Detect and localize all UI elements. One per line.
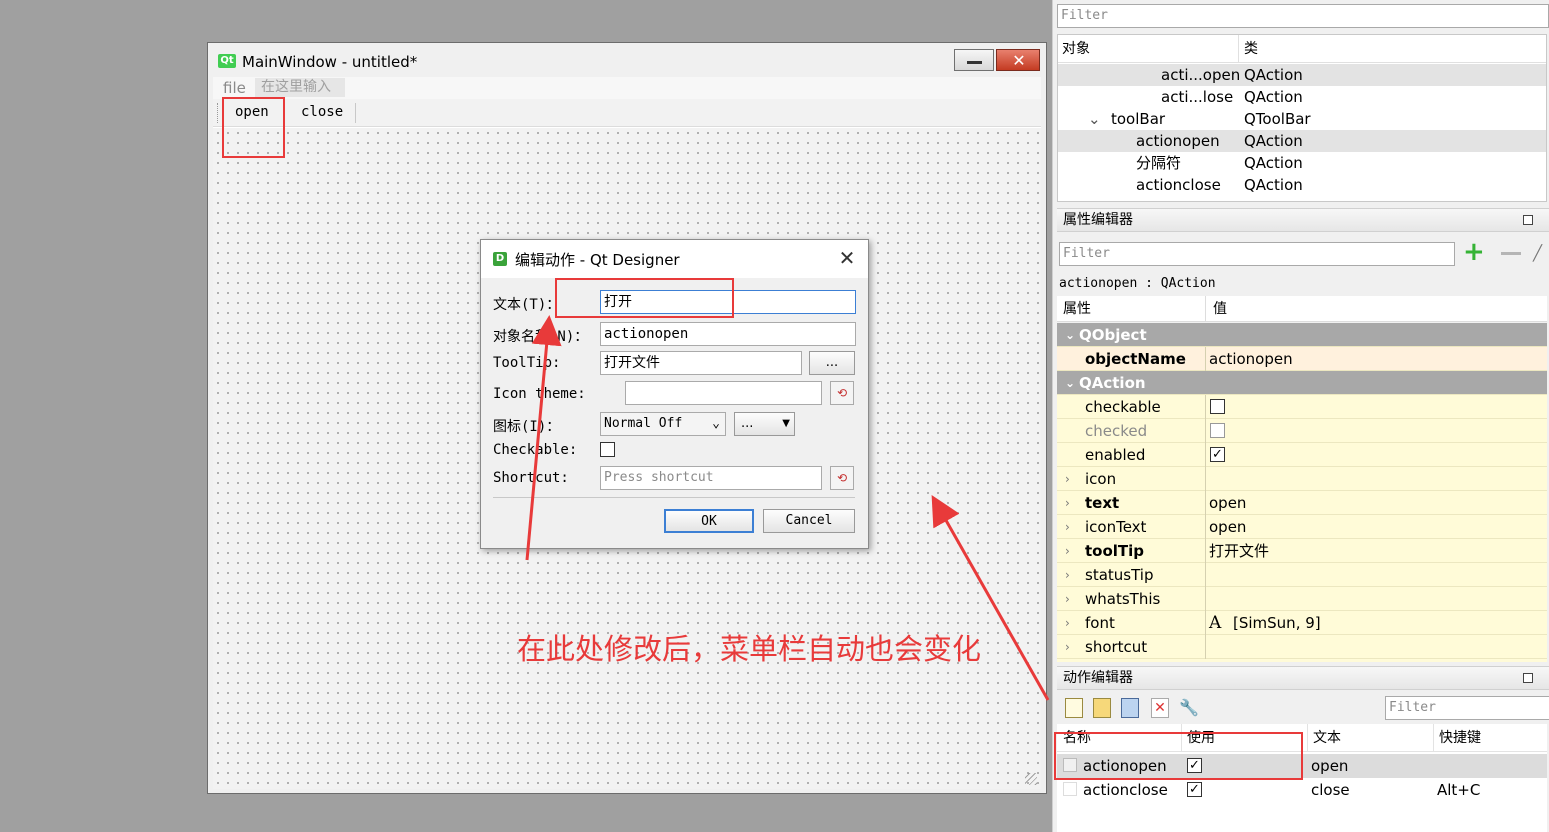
arrow-to-form (931, 494, 1050, 701)
annotation-arrows (525, 315, 1050, 701)
arrow-to-text-field (525, 315, 562, 561)
